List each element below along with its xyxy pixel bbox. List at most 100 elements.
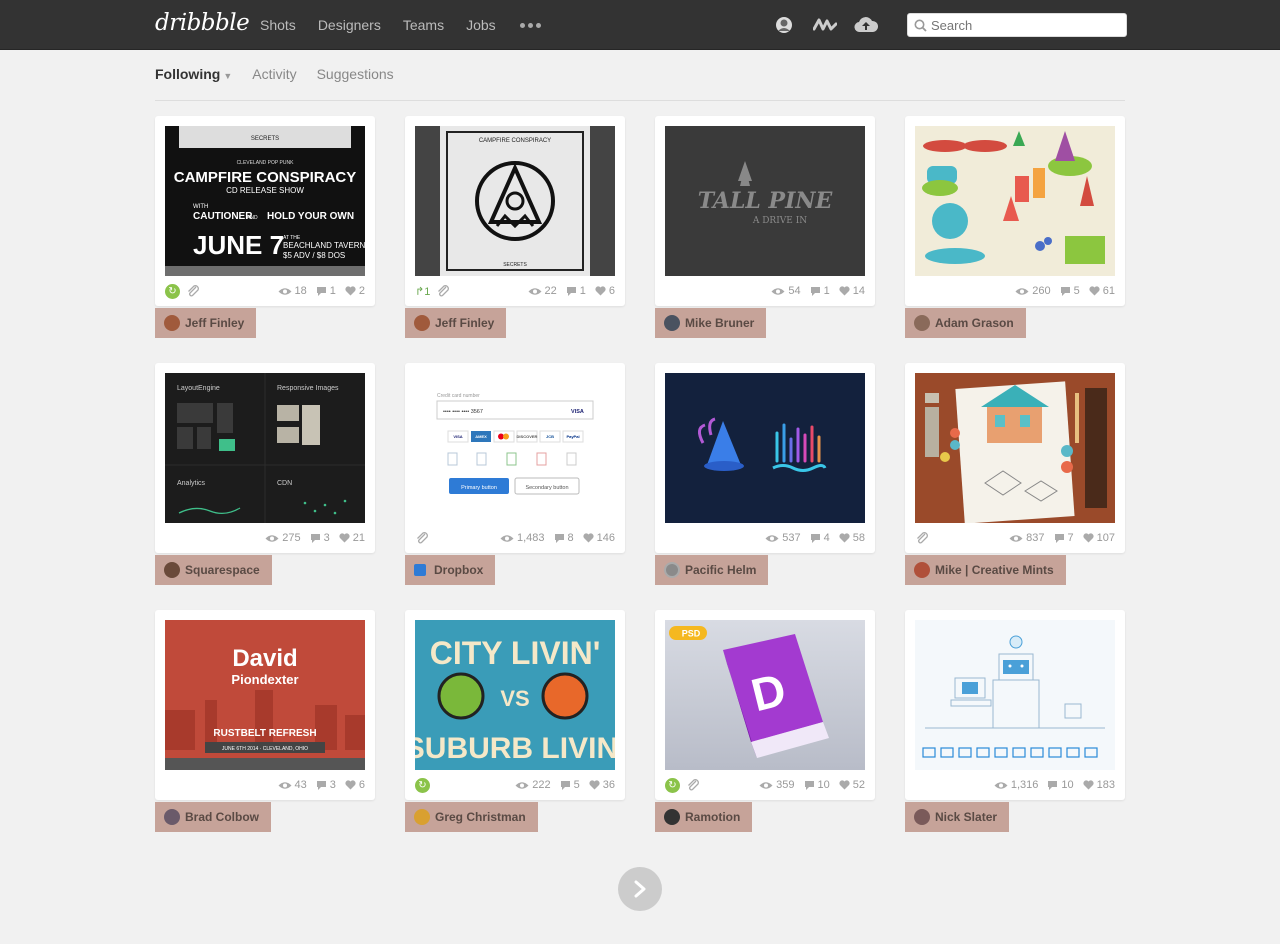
shot-thumbnail[interactable]: Credit card number •••• •••• •••• 3567 V… xyxy=(415,373,615,523)
likes-stat[interactable]: 61 xyxy=(1089,285,1115,297)
attachment-icon[interactable] xyxy=(415,531,429,545)
rebound-icon[interactable]: ↻ xyxy=(665,777,680,793)
views-stat: 359 xyxy=(759,779,795,791)
nav-designers[interactable]: Designers xyxy=(318,17,381,33)
comments-stat[interactable]: 10 xyxy=(804,779,830,791)
shot-card-body[interactable]: LayoutEngine Responsive Images Analytics… xyxy=(155,363,375,553)
comment-icon xyxy=(810,286,820,296)
shot-author[interactable]: Adam Grason xyxy=(905,308,1026,338)
shot-thumbnail[interactable]: CITY LIVIN' VS SUBURB LIVIN' xyxy=(415,620,615,770)
shot-thumbnail[interactable]: TALL PINE A DRIVE IN xyxy=(665,126,865,276)
shot-card-body[interactable]: CAMPFIRE CONSPIRACY SECRETS ↱1 22 1 6 xyxy=(405,116,625,306)
shot-author[interactable]: Greg Christman xyxy=(405,802,538,832)
tab-following[interactable]: Following ▼ xyxy=(155,64,232,86)
shot-thumbnail[interactable]: PSD D xyxy=(665,620,865,770)
shot-author[interactable]: Jeff Finley xyxy=(405,308,507,338)
shot-thumbnail[interactable] xyxy=(665,373,865,523)
comments-stat[interactable]: 10 xyxy=(1047,779,1074,791)
likes-stat[interactable]: 52 xyxy=(839,779,865,791)
eye-icon xyxy=(500,534,514,542)
nav-shots[interactable]: Shots xyxy=(260,17,296,33)
upload-cloud-icon[interactable] xyxy=(854,13,878,37)
shot-card-body[interactable]: PSD D ↻ 359 10 52 xyxy=(655,610,875,800)
rebound-icon[interactable]: ↻ xyxy=(165,283,180,299)
attachment-icon[interactable] xyxy=(915,531,929,545)
likes-stat[interactable]: 21 xyxy=(339,532,365,544)
likes-count: 36 xyxy=(602,779,615,791)
avatar xyxy=(664,562,680,578)
search-input[interactable] xyxy=(931,17,1111,33)
user-avatar-icon[interactable] xyxy=(772,13,796,37)
shot-thumbnail[interactable] xyxy=(915,126,1115,276)
shot-stats: 1,316 10 183 xyxy=(994,776,1115,794)
dribbble-logo[interactable]: dribbble xyxy=(155,10,250,36)
likes-stat[interactable]: 14 xyxy=(839,285,865,297)
nav-teams[interactable]: Teams xyxy=(403,17,444,33)
shot-author[interactable]: Nick Slater xyxy=(905,802,1010,832)
shot-author[interactable]: Pacific Helm xyxy=(655,555,769,585)
likes-stat[interactable]: 6 xyxy=(345,779,365,791)
shot-card-body[interactable]: David Piondexter RUSTBELT REFRESH JUNE 6… xyxy=(155,610,375,800)
activity-icon[interactable] xyxy=(813,13,837,37)
eye-icon xyxy=(759,781,773,789)
comments-stat[interactable]: 1 xyxy=(566,285,586,297)
likes-stat[interactable]: 107 xyxy=(1083,532,1115,544)
shot-card-body[interactable]: CITY LIVIN' VS SUBURB LIVIN' ↻ 222 5 36 xyxy=(405,610,625,800)
more-menu-icon[interactable] xyxy=(519,22,541,28)
shot-author[interactable]: Mike | Creative Mints xyxy=(905,555,1066,585)
comments-stat[interactable]: 8 xyxy=(554,532,574,544)
attachment-icon[interactable] xyxy=(686,778,700,792)
shot-thumbnail[interactable]: LayoutEngine Responsive Images Analytics… xyxy=(165,373,365,523)
comments-stat[interactable]: 5 xyxy=(560,779,580,791)
rebound-count[interactable]: ↱1 xyxy=(415,285,430,298)
shot-author[interactable]: Jeff Finley xyxy=(155,308,257,338)
likes-stat[interactable]: 58 xyxy=(839,532,865,544)
shot-author[interactable]: Dropbox xyxy=(405,555,496,585)
shot-author[interactable]: Squarespace xyxy=(155,555,272,585)
attachment-icon[interactable] xyxy=(436,284,450,298)
likes-stat[interactable]: 36 xyxy=(589,779,615,791)
shot-card-body[interactable]: TALL PINE A DRIVE IN 54 1 14 xyxy=(655,116,875,306)
poster-event-date: JUNE 6TH 2014 · CLEVELAND, OHIO xyxy=(222,746,308,752)
shot-author[interactable]: Ramotion xyxy=(655,802,753,832)
shot-author[interactable]: Brad Colbow xyxy=(155,802,271,832)
next-page-button[interactable] xyxy=(618,867,662,911)
shot-stats: 537 4 58 xyxy=(765,529,865,547)
shot-thumbnail[interactable]: SECRETS CLEVELAND POP PUNK CAMPFIRE CONS… xyxy=(165,126,365,276)
rebound-icon[interactable]: ↻ xyxy=(415,777,430,793)
views-count: 43 xyxy=(294,779,307,791)
tab-suggestions[interactable]: Suggestions xyxy=(317,64,394,84)
card-visa: VISA xyxy=(453,434,462,439)
shot-card-body[interactable]: 537 4 58 xyxy=(655,363,875,553)
attachment-icon[interactable] xyxy=(186,284,200,298)
shot-card-body[interactable]: 260 5 61 xyxy=(905,116,1125,306)
shot-thumbnail[interactable]: CAMPFIRE CONSPIRACY SECRETS xyxy=(415,126,615,276)
comments-stat[interactable]: 3 xyxy=(310,532,330,544)
comments-stat[interactable]: 1 xyxy=(316,285,336,297)
shot-thumbnail[interactable]: David Piondexter RUSTBELT REFRESH JUNE 6… xyxy=(165,620,365,770)
comments-stat[interactable]: 4 xyxy=(810,532,830,544)
comments-stat[interactable]: 5 xyxy=(1060,285,1080,297)
comments-stat[interactable]: 1 xyxy=(810,285,830,297)
likes-stat[interactable]: 2 xyxy=(345,285,365,297)
likes-stat[interactable]: 6 xyxy=(595,285,615,297)
tab-activity[interactable]: Activity xyxy=(252,64,296,84)
poster-date: JUNE 7 xyxy=(193,230,284,260)
shot-card-body[interactable]: Credit card number •••• •••• •••• 3567 V… xyxy=(405,363,625,553)
comments-stat[interactable]: 3 xyxy=(316,779,336,791)
shot-card-body[interactable]: 1,316 10 183 xyxy=(905,610,1125,800)
cc-value: •••• •••• •••• 3567 xyxy=(443,409,483,415)
shot-card: Credit card number •••• •••• •••• 3567 V… xyxy=(405,363,625,585)
shot-author[interactable]: Mike Bruner xyxy=(655,308,767,338)
views-count: 18 xyxy=(294,285,307,297)
shot-thumbnail[interactable] xyxy=(915,620,1115,770)
likes-stat[interactable]: 146 xyxy=(583,532,615,544)
comments-stat[interactable]: 7 xyxy=(1054,532,1074,544)
shot-card-body[interactable]: SECRETS CLEVELAND POP PUNK CAMPFIRE CONS… xyxy=(155,116,375,306)
city-line-1: CITY LIVIN' xyxy=(430,635,601,671)
search-box[interactable] xyxy=(907,13,1127,37)
likes-stat[interactable]: 183 xyxy=(1083,779,1115,791)
nav-jobs[interactable]: Jobs xyxy=(466,17,496,33)
shot-thumbnail[interactable] xyxy=(915,373,1115,523)
shot-card-body[interactable]: 837 7 107 xyxy=(905,363,1125,553)
